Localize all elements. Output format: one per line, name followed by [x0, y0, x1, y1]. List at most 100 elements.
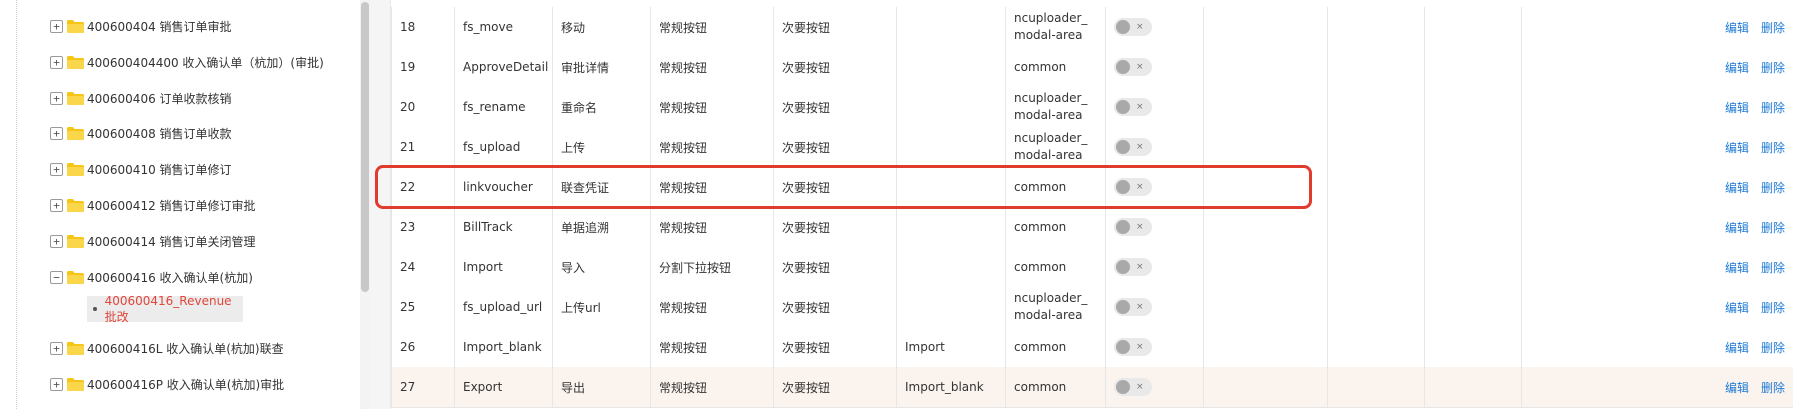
tree-leaf-selected[interactable]: 400600416_Revenue 批改: [87, 294, 243, 324]
expand-icon[interactable]: +: [50, 19, 63, 33]
row-number-cell: 27: [391, 367, 454, 407]
tree-node-label: 400600416P 收入确认单(杭加)审批: [87, 377, 285, 392]
region-cell: ncuploader_modal-area: [1005, 87, 1105, 127]
tree-scrollbar-thumb[interactable]: [361, 2, 369, 292]
tree-node[interactable]: +400600410 销售订单修订: [50, 158, 232, 180]
tree-node[interactable]: +400600416L 收入确认单(杭加)联查: [50, 337, 284, 359]
enabled-toggle[interactable]: ×: [1114, 338, 1152, 356]
tree-node[interactable]: +400600404 销售订单审批: [50, 15, 232, 37]
edit-link[interactable]: 编辑: [1725, 379, 1749, 396]
table-row[interactable]: 22 linkvoucher 联查凭证 常规按钮 次要按钮 common × 编辑 删除: [391, 167, 1793, 208]
edit-link[interactable]: 编辑: [1725, 259, 1749, 276]
enabled-toggle[interactable]: ×: [1114, 178, 1152, 196]
expand-icon[interactable]: +: [50, 377, 63, 391]
tree-node[interactable]: +400600414 销售订单关闭管理: [50, 230, 256, 252]
toggle-off-icon: ×: [1136, 182, 1144, 192]
enabled-toggle[interactable]: ×: [1114, 218, 1152, 236]
expand-icon[interactable]: +: [50, 55, 63, 69]
table-row[interactable]: 27 Export 导出 常规按钮 次要按钮 Import_blank common × 编辑删…: [391, 367, 1793, 408]
row-number-text: 19: [400, 60, 416, 74]
edit-link[interactable]: 编辑: [1725, 99, 1749, 116]
delete-link[interactable]: 删除: [1761, 59, 1785, 76]
tree-node[interactable]: +400600406 订单收款核销: [50, 87, 232, 109]
edit-link[interactable]: 编辑: [1725, 19, 1749, 36]
button-name-cell: 联查凭证: [552, 167, 650, 207]
button-area-text: 次要按钮: [782, 20, 831, 35]
edit-link[interactable]: 编辑: [1725, 219, 1749, 236]
table-row[interactable]: 24 Import 导入 分割下拉按钮 次要按钮 common × 编辑 删除: [391, 247, 1793, 288]
expand-icon[interactable]: +: [50, 126, 63, 140]
button-name-cell: 重命名: [552, 87, 650, 127]
tree-node[interactable]: − 400600416 收入确认单(杭加): [50, 266, 253, 288]
delete-link[interactable]: 删除: [1761, 299, 1785, 316]
delete-link[interactable]: 删除: [1761, 379, 1785, 396]
button-area-text: 次要按钮: [782, 340, 831, 355]
enabled-toggle[interactable]: ×: [1114, 298, 1152, 316]
edit-link[interactable]: 编辑: [1725, 299, 1749, 316]
enabled-toggle[interactable]: ×: [1114, 58, 1152, 76]
row-number-cell: 18: [391, 7, 454, 47]
actions-cell: 编辑 删除: [1618, 47, 1793, 87]
empty-cell: [1327, 367, 1424, 407]
empty-cell: [1521, 127, 1618, 167]
button-name-text: 上传: [561, 140, 586, 155]
edit-link[interactable]: 编辑: [1725, 139, 1749, 156]
table-row[interactable]: 18 fs_move 移动 常规按钮 次要按钮 ncuploader_modal-area…: [391, 7, 1793, 48]
empty-cell: [1521, 167, 1618, 207]
enabled-toggle[interactable]: ×: [1114, 378, 1152, 396]
tree-node-label: 400600406 订单收款核销: [87, 91, 232, 106]
edit-link[interactable]: 编辑: [1725, 179, 1749, 196]
expand-icon[interactable]: +: [50, 234, 63, 248]
table-row[interactable]: 20 fs_rename 重命名 常规按钮 次要按钮 ncuploader_modal-a…: [391, 87, 1793, 128]
button-type-text: 常规按钮: [659, 300, 708, 315]
delete-link[interactable]: 删除: [1761, 179, 1785, 196]
tree-node[interactable]: +400600412 销售订单修订审批: [50, 194, 256, 216]
enabled-toggle[interactable]: ×: [1114, 18, 1152, 36]
row-number-text: 26: [400, 340, 416, 354]
region-cell: ncuploader_modal-area: [1005, 127, 1105, 167]
table-row[interactable]: 26 Import_blank 常规按钮 次要按钮 Import common × 编辑 删除: [391, 327, 1793, 368]
tree-node[interactable]: +400600408 销售订单收款: [50, 122, 232, 144]
table-row[interactable]: 19 ApproveDetail 审批详情 常规按钮 次要按钮 common × 编辑 删除: [391, 47, 1793, 88]
region-cell: common: [1005, 327, 1105, 367]
expand-icon[interactable]: +: [50, 91, 63, 105]
row-number-text: 27: [400, 380, 416, 394]
expand-icon[interactable]: +: [50, 198, 63, 212]
delete-link[interactable]: 删除: [1761, 99, 1785, 116]
expand-icon[interactable]: +: [50, 341, 63, 355]
tree-node[interactable]: +400600416P 收入确认单(杭加)审批: [50, 373, 284, 395]
table-row[interactable]: 25 fs_upload_url 上传url 常规按钮 次要按钮 ncuploader_m…: [391, 287, 1793, 328]
delete-link[interactable]: 删除: [1761, 19, 1785, 36]
row-number-cell: 19: [391, 47, 454, 87]
expand-icon[interactable]: +: [50, 162, 63, 176]
empty-cell: [1203, 367, 1327, 407]
region-text: common: [1014, 339, 1067, 354]
folder-icon: [67, 234, 84, 248]
button-code-text: BillTrack: [463, 220, 513, 234]
collapse-icon[interactable]: −: [50, 270, 63, 284]
delete-link[interactable]: 删除: [1761, 219, 1785, 236]
table-row[interactable]: 21 fs_upload 上传 常规按钮 次要按钮 ncuploader_modal-ar…: [391, 127, 1793, 168]
button-area-cell: 次要按钮: [773, 247, 896, 287]
empty-cell: [1424, 367, 1521, 407]
enabled-toggle[interactable]: ×: [1114, 98, 1152, 116]
button-code-text: fs_rename: [463, 100, 526, 114]
region-cell: ncuploader_modal-area: [1005, 287, 1105, 327]
enabled-toggle[interactable]: ×: [1114, 258, 1152, 276]
delete-link[interactable]: 删除: [1761, 339, 1785, 356]
button-area-cell: 次要按钮: [773, 327, 896, 367]
edit-link[interactable]: 编辑: [1725, 339, 1749, 356]
button-area-cell: 次要按钮: [773, 127, 896, 167]
button-code-cell: Import: [454, 247, 552, 287]
enabled-toggle[interactable]: ×: [1114, 138, 1152, 156]
button-type-text: 分割下拉按钮: [659, 260, 732, 275]
row-number-text: 25: [400, 300, 416, 314]
tree-node[interactable]: +400600404400 收入确认单（杭加）(审批): [50, 51, 324, 73]
button-name-cell: [552, 327, 650, 367]
empty-cell: [1424, 7, 1521, 47]
table-row[interactable]: 23 BillTrack 单据追溯 常规按钮 次要按钮 common × 编辑 删除: [391, 207, 1793, 248]
edit-link[interactable]: 编辑: [1725, 59, 1749, 76]
delete-link[interactable]: 删除: [1761, 259, 1785, 276]
delete-link[interactable]: 删除: [1761, 139, 1785, 156]
empty-cell: [1203, 247, 1327, 287]
